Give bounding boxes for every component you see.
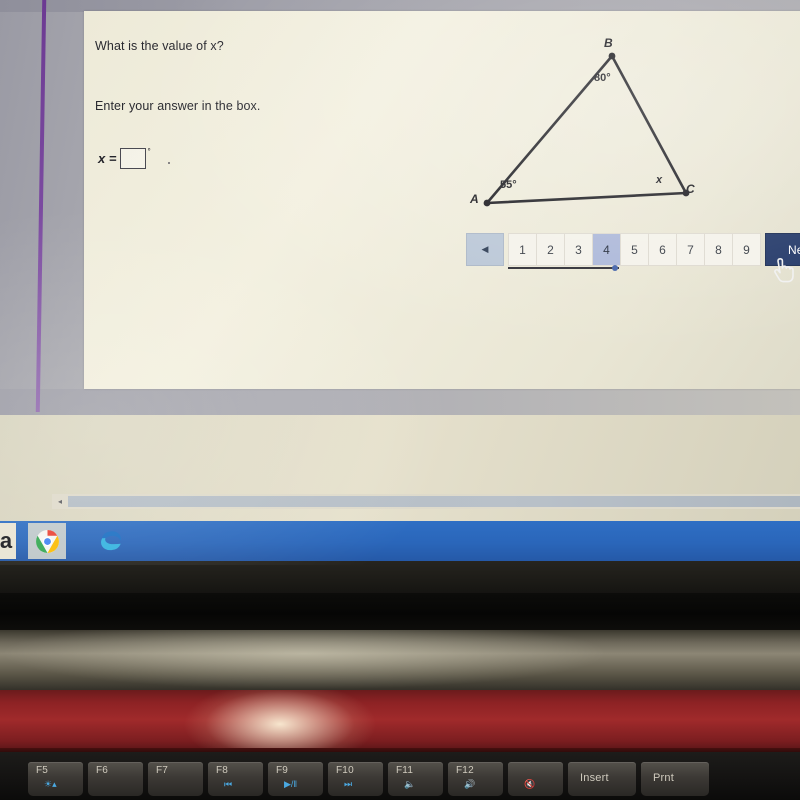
laptop-hinge	[0, 630, 800, 692]
key-f7[interactable]: F7	[148, 762, 203, 796]
page-button-6[interactable]: 6	[649, 233, 677, 266]
volume-down-icon: 🔈	[404, 779, 416, 789]
key-f5[interactable]: F5 ☀▴	[28, 762, 83, 796]
vertex-b-dot	[608, 52, 616, 60]
page-title: What is the value of x?	[95, 39, 224, 53]
laptop-keyboard: F5 ☀▴ F6 F7 F8 ⏮ F9 ▶/‖ F10 ⏭ F11 🔈 F12 …	[0, 752, 800, 800]
chevron-left-icon: ◀	[481, 244, 489, 254]
triangle-figure: B A C 80° 55° x	[462, 28, 724, 223]
windows-taskbar: a	[0, 521, 800, 561]
laptop-photo: What is the value of x? Enter your answe…	[0, 0, 800, 800]
key-f9-label: F9	[276, 765, 289, 776]
x-equals-label: x =	[98, 151, 117, 166]
a-app-icon[interactable]: a	[0, 523, 16, 559]
pagination-bar: ◀ 1 2 3 4 5 6 7 8 9 Next ▶	[466, 233, 800, 271]
page-gray-band	[0, 389, 800, 415]
progress-dot	[612, 265, 618, 271]
function-key-row: F5 ☀▴ F6 F7 F8 ⏮ F9 ▶/‖ F10 ⏭ F11 🔈 F12 …	[0, 762, 800, 800]
next-track-icon: ⏭	[344, 779, 353, 789]
key-f12-label: F12	[456, 765, 474, 776]
laptop-hinge-shadow	[0, 593, 800, 635]
page-button-9[interactable]: 9	[733, 233, 761, 266]
laptop-body	[0, 690, 800, 752]
mouse-cursor	[772, 258, 794, 289]
page-number-list: 1 2 3 4 5 6 7 8 9	[508, 233, 761, 271]
key-f6[interactable]: F6	[88, 762, 143, 796]
key-f9[interactable]: F9 ▶/‖	[268, 762, 323, 796]
stray-dot	[168, 162, 170, 164]
next-button-label: Next	[788, 242, 800, 257]
edge-icon[interactable]	[92, 523, 130, 559]
key-f5-label: F5	[36, 765, 49, 776]
key-mute[interactable]: 🔇	[508, 762, 563, 796]
chrome-icon[interactable]	[28, 523, 66, 559]
horizontal-scrollbar[interactable]: ◂	[52, 494, 800, 509]
key-print-screen[interactable]: Prnt	[641, 762, 709, 796]
vertex-label-b: B	[604, 36, 613, 50]
page-button-8[interactable]: 8	[705, 233, 733, 266]
key-f12[interactable]: F12 🔊	[448, 762, 503, 796]
key-f7-label: F7	[156, 765, 169, 776]
page-button-1[interactable]: 1	[508, 233, 537, 266]
page-button-5[interactable]: 5	[621, 233, 649, 266]
mute-icon: 🔇	[524, 779, 536, 789]
volume-up-icon: 🔊	[464, 779, 476, 789]
degree-symbol: °	[147, 147, 151, 156]
vertex-a-dot	[483, 199, 491, 207]
scrollbar-thumb[interactable]	[68, 496, 800, 507]
key-insert[interactable]: Insert	[568, 762, 636, 796]
laptop-screen: What is the value of x? Enter your answe…	[0, 0, 800, 565]
angle-label-c: x	[656, 174, 663, 186]
answer-input[interactable]	[120, 148, 147, 169]
progress-indicator	[508, 266, 619, 269]
previous-page-button[interactable]: ◀	[466, 233, 504, 266]
key-print-label: Prnt	[653, 772, 674, 784]
key-f10-label: F10	[336, 765, 354, 776]
laptop-bezel	[0, 561, 800, 597]
page-button-7[interactable]: 7	[677, 233, 705, 266]
angle-label-b: 80°	[594, 72, 611, 84]
key-f11[interactable]: F11 🔈	[388, 762, 443, 796]
answer-row: x = °	[98, 148, 151, 170]
brightness-icon: ☀▴	[44, 779, 57, 789]
key-f10[interactable]: F10 ⏭	[328, 762, 383, 796]
vertex-label-c: C	[686, 182, 695, 196]
key-f11-label: F11	[396, 765, 414, 776]
key-f6-label: F6	[96, 765, 109, 776]
page-button-2[interactable]: 2	[537, 233, 565, 266]
angle-label-a: 55°	[500, 179, 517, 191]
key-insert-label: Insert	[580, 772, 609, 784]
vertex-label-a: A	[470, 192, 479, 206]
key-f8[interactable]: F8 ⏮	[208, 762, 263, 796]
key-f8-label: F8	[216, 765, 229, 776]
triangle-svg	[483, 52, 690, 207]
scroll-left-arrow-icon[interactable]: ◂	[52, 494, 68, 509]
page-button-3[interactable]: 3	[565, 233, 593, 266]
page-button-4[interactable]: 4	[593, 233, 621, 266]
previous-track-icon: ⏮	[224, 779, 233, 789]
answer-instruction: Enter your answer in the box.	[95, 99, 261, 113]
play-pause-icon: ▶/‖	[284, 779, 298, 789]
